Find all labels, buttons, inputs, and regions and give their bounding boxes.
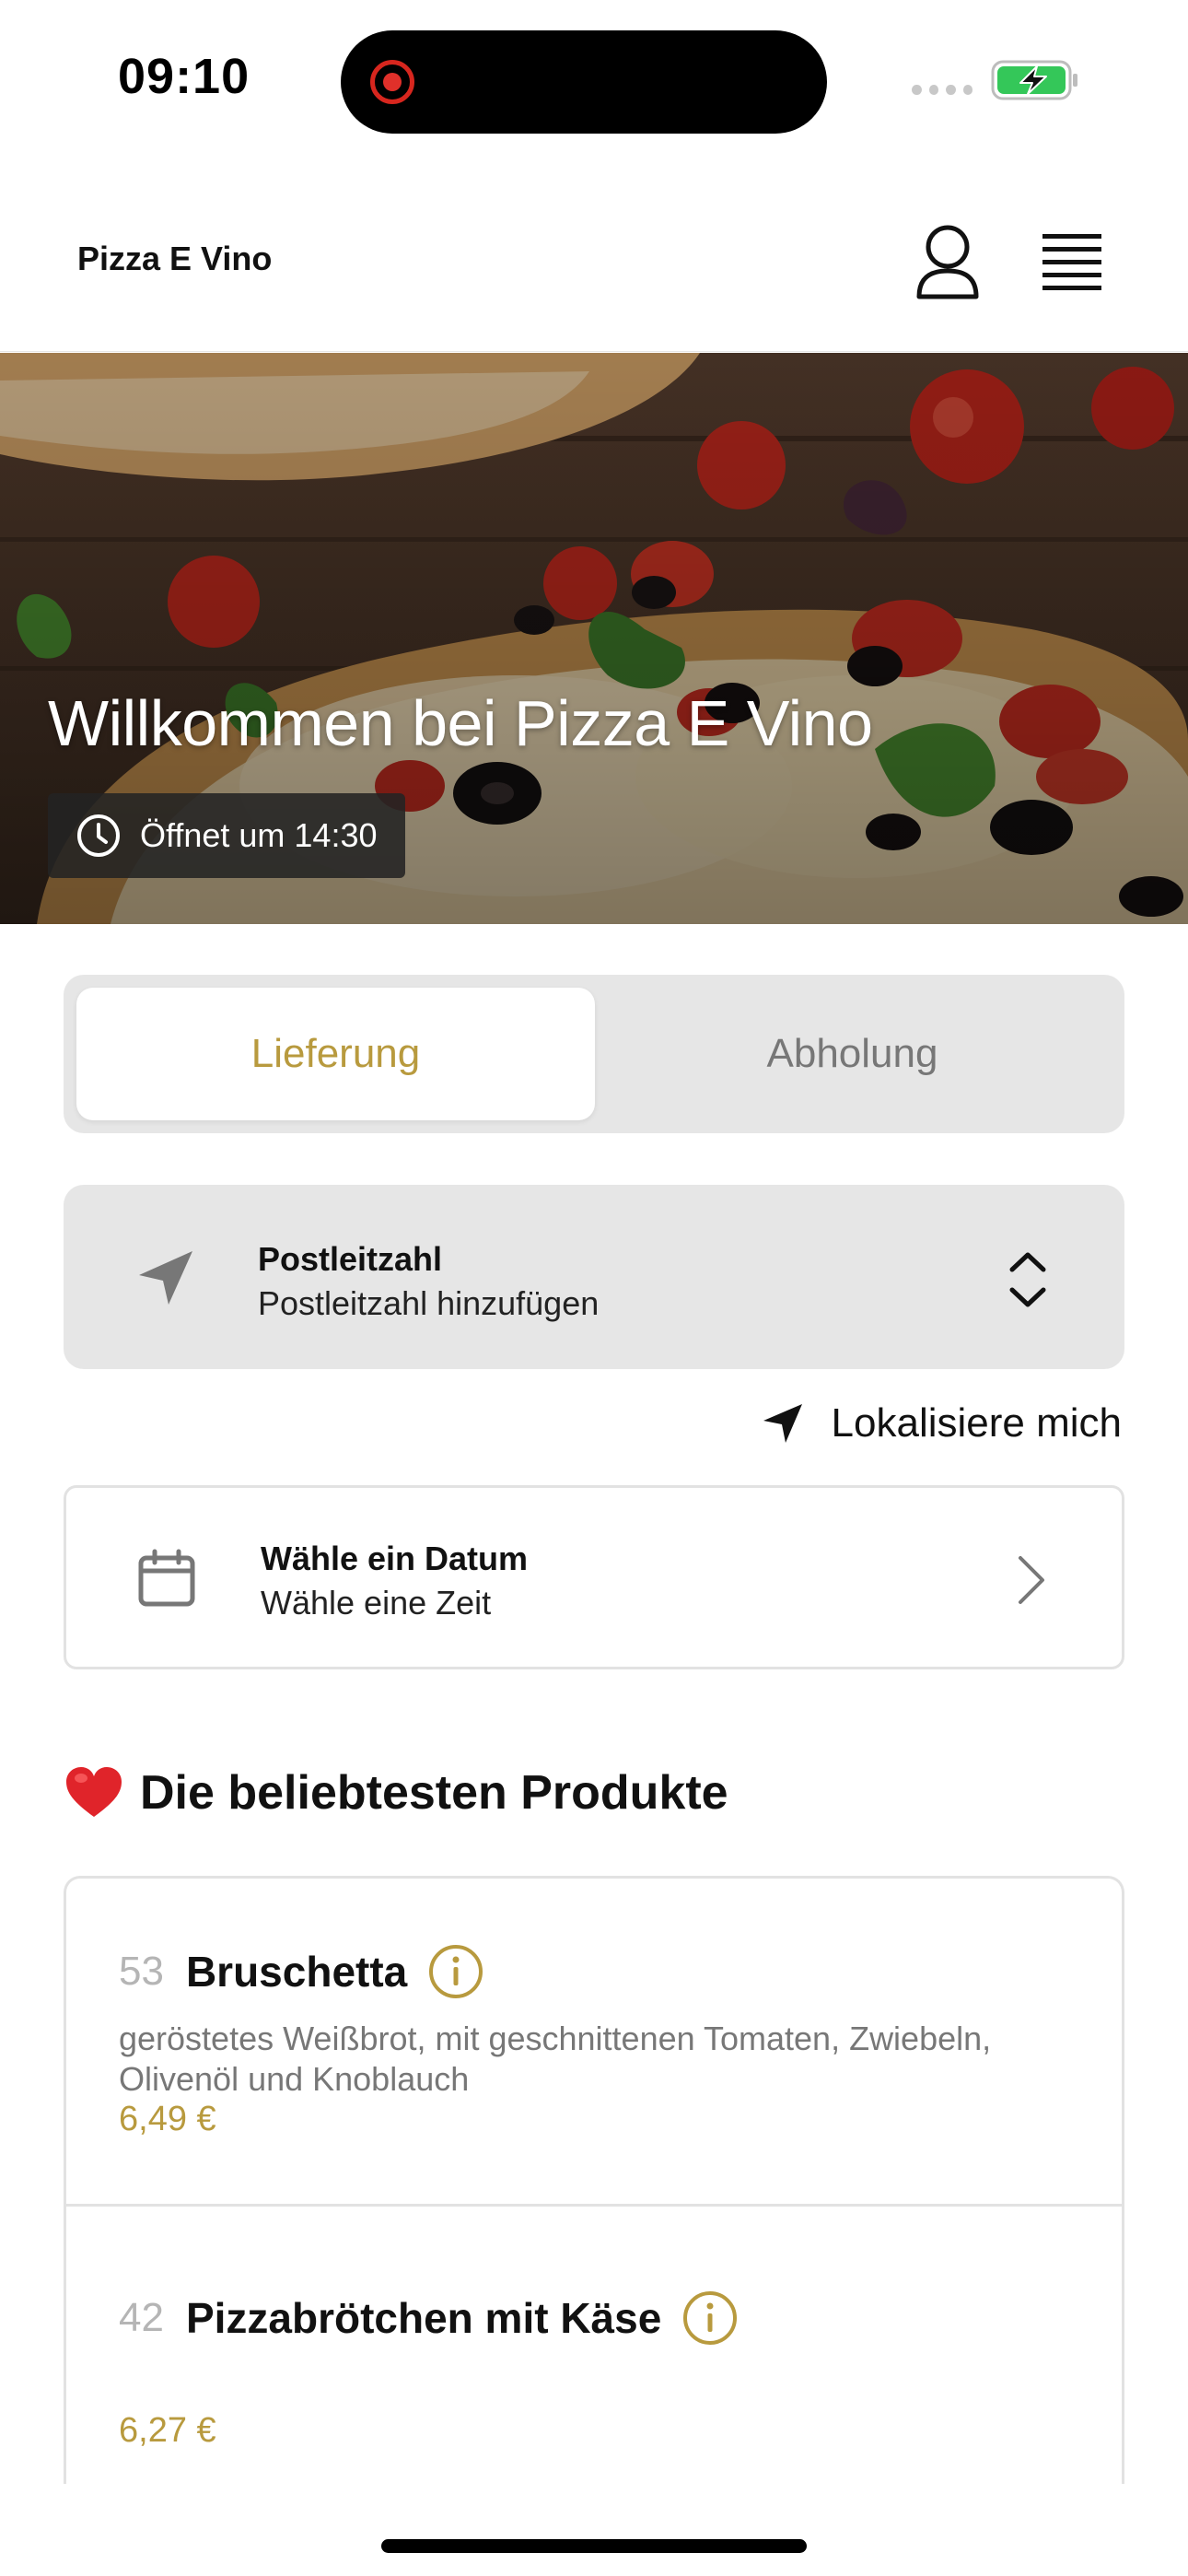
battery-charging-icon [991,60,1077,100]
product-description: geröstetes Weißbrot, mit geschnittenen T… [119,2020,992,2098]
brand-name[interactable]: Pizza E Vino [77,240,272,278]
location-arrow-icon [139,1251,192,1305]
hamburger-menu-icon[interactable] [1041,228,1105,293]
product-price: 6,27 € [119,2411,216,2450]
time-subtitle: Wähle eine Zeit [261,1584,492,1622]
home-indicator[interactable] [381,2539,807,2553]
clock-icon [77,814,120,857]
locate-me-button[interactable]: Lokalisiere mich [762,1400,1122,1446]
locate-me-label: Lokalisiere mich [831,1400,1122,1446]
hero-banner: Willkommen bei Pizza E Vino Öffnet um 14… [0,353,1188,924]
tab-pickup[interactable]: Abholung [593,988,1112,1120]
product-number: 42 [119,2295,164,2340]
recording-indicator-icon [370,60,414,104]
product-name: Pizzabrötchen mit Käse [185,2294,662,2342]
date-time-selector[interactable]: Wähle ein Datum Wähle eine Zeit [64,1485,1124,1669]
postal-code-title: Postleitzahl [258,1240,443,1278]
product-item[interactable]: 42 Pizzabrötchen mit Käse 6,27 € [66,2207,1122,2484]
product-list: 53 Bruschetta geröstetes Weißbrot, mit g… [64,1876,1124,2484]
info-icon[interactable] [427,1943,484,2000]
popular-products-heading: Die beliebtesten Produkte [64,1765,728,1821]
cellular-signal-icon [912,85,973,98]
chevron-right-icon [1019,1556,1044,1604]
product-name: Bruschetta [185,1948,408,1996]
popular-products-title: Die beliebtesten Produkte [140,1766,728,1820]
chevron-up-down-icon [1009,1252,1046,1307]
status-bar: 09:10 [0,0,1188,166]
app-header: Pizza E Vino [0,175,1188,352]
order-mode-toggle: Lieferung Abholung [64,975,1124,1133]
tab-delivery[interactable]: Lieferung [76,988,595,1120]
date-title: Wähle ein Datum [261,1540,529,1577]
postal-code-placeholder: Postleitzahl hinzufügen [258,1284,600,1322]
status-time: 09:10 [118,49,250,104]
postal-code-selector[interactable]: Postleitzahl Postleitzahl hinzufügen [64,1185,1124,1369]
user-icon[interactable] [912,223,984,302]
opening-time-badge: Öffnet um 14:30 [48,793,405,878]
product-number: 53 [119,1949,164,1994]
info-icon[interactable] [681,2289,739,2347]
calendar-icon [138,1549,195,1607]
hero-title: Willkommen bei Pizza E Vino [48,687,873,759]
opening-time-label: Öffnet um 14:30 [140,816,378,854]
navigation-arrow-icon [763,1404,802,1443]
product-price: 6,49 € [119,2100,216,2138]
product-item[interactable]: 53 Bruschetta geröstetes Weißbrot, mit g… [66,1879,1122,2207]
dynamic-island [341,30,827,134]
heart-icon [66,1767,122,1817]
